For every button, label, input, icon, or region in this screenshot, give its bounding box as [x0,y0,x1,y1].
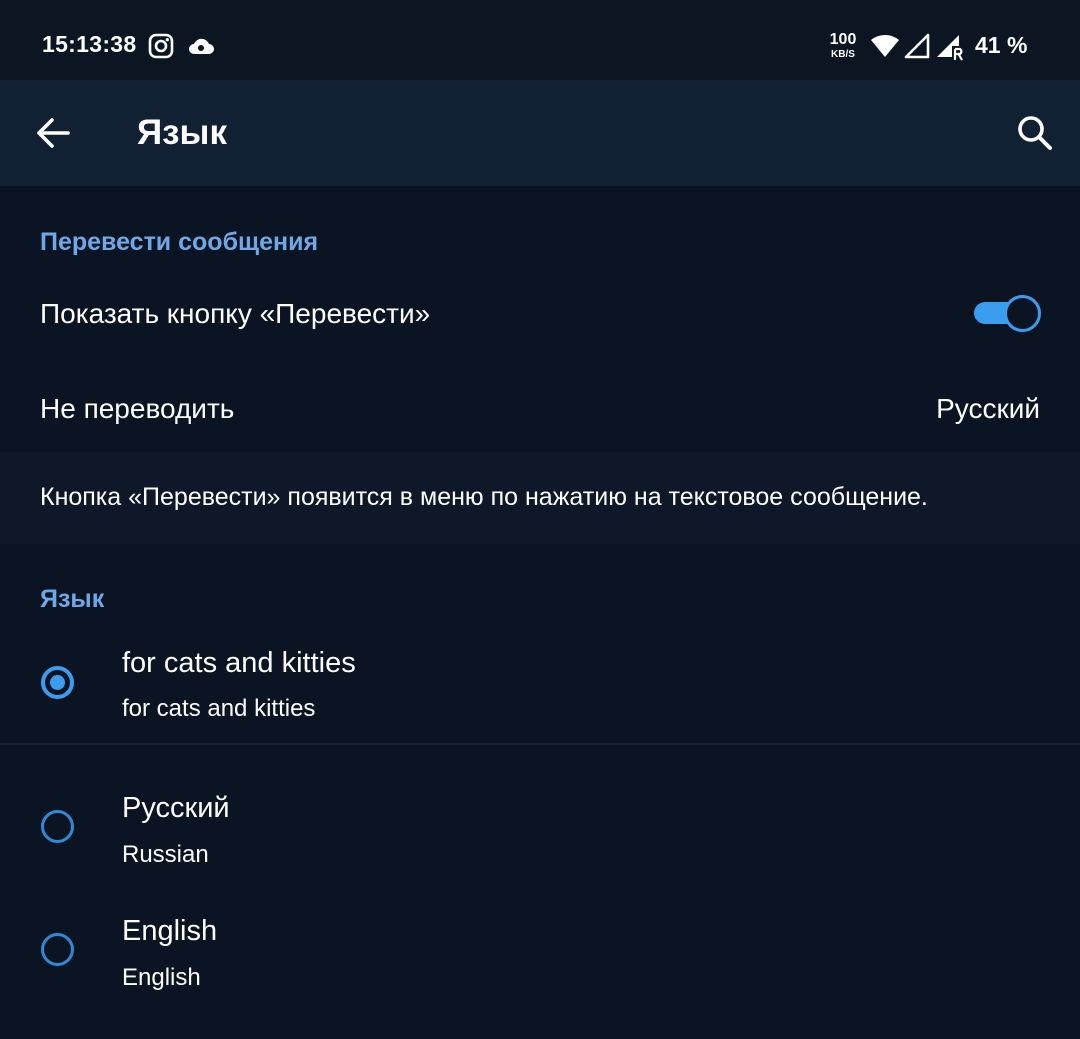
radio-unselected[interactable] [41,810,74,843]
network-speed-value: 100 [829,31,857,48]
page-title: Язык [137,113,227,152]
status-time: 15:13:38 [42,31,137,57]
language-title: Русский [122,792,230,824]
show-translate-button-toggle[interactable] [972,293,1041,333]
language-subtitle: for cats and kitties [122,695,316,722]
battery-level: 41 % [975,32,1028,58]
language-item[interactable]: English English [0,889,1080,1009]
network-speed: 100 KB/S [826,32,860,60]
toggle-thumb [1004,295,1041,332]
radio-selected[interactable] [41,666,74,699]
radio-dot [50,675,65,690]
signal-icon [904,33,930,59]
language-title: for cats and kitties [122,647,356,679]
language-section-header: Язык [40,585,105,613]
language-title: English [122,915,218,947]
show-translate-button-row[interactable]: Показать кнопку «Перевести» [0,266,1080,362]
radio-unselected[interactable] [41,933,74,966]
arrow-back-icon[interactable] [26,106,80,160]
translate-info-text: Кнопка «Перевести» появится в меню по на… [40,483,928,511]
divider [0,743,1080,745]
signal-roaming-icon [937,35,963,61]
show-translate-button-label: Показать кнопку «Перевести» [40,298,431,329]
do-not-translate-label: Не переводить [40,393,235,424]
language-item[interactable]: Русский Russian [0,766,1080,886]
language-item[interactable]: for cats and kitties for cats and kittie… [0,630,1080,742]
status-bar: 15:13:38 100 KB/S 41 % [0,0,1080,80]
language-subtitle: Russian [122,841,209,868]
language-subtitle: English [122,964,201,991]
network-speed-unit: KB/S [831,49,855,60]
do-not-translate-value: Русский [936,393,1040,424]
wifi-icon [871,34,899,57]
translate-section-header: Перевести сообщения [40,228,319,256]
translate-info: Кнопка «Перевести» появится в меню по на… [0,452,1080,544]
instagram-icon [148,33,174,59]
do-not-translate-row[interactable]: Не переводить Русский [0,362,1080,452]
app-bar: Язык [0,80,1080,186]
search-icon[interactable] [1008,106,1062,160]
cloud-icon [189,38,214,54]
